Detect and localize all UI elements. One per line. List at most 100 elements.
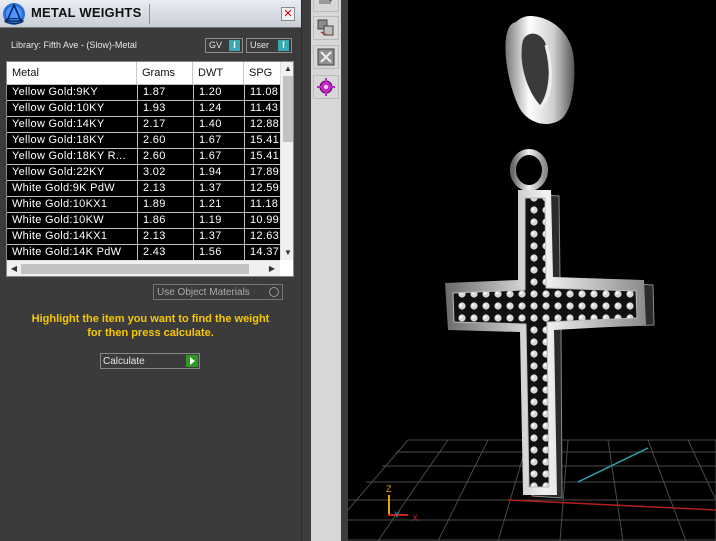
z-axis-label: Z (386, 484, 392, 494)
instruction-line-1: Highlight the item you want to find the … (31, 313, 270, 325)
table-row[interactable]: Yellow Gold:22KY 3.02 1.94 17.89 (7, 164, 280, 180)
gv-toggle-label: GV (209, 40, 223, 50)
cell-dwt: 1.37 (193, 181, 243, 196)
close-button[interactable]: ✕ (281, 7, 295, 21)
cell-grams: 2.13 (137, 229, 192, 244)
cell-dwt: 1.67 (193, 149, 243, 164)
table-body: Yellow Gold:9KY 1.87 1.20 11.08 Yellow Gold:… (7, 84, 280, 260)
cell-metal: Yellow Gold:18KY R... (12, 150, 126, 162)
cell-spg: 11.43 (244, 101, 280, 116)
table-row[interactable]: White Gold:10KX1 1.89 1.21 11.18 (7, 196, 280, 212)
cell-spg: 11.08 (244, 85, 280, 100)
gear-cluster-icon (317, 78, 335, 96)
table-row[interactable]: White Gold:10KW 1.86 1.19 10.99 (7, 212, 280, 228)
cell-grams: 3.02 (137, 165, 192, 180)
cell-dwt: 1.56 (193, 245, 243, 260)
calculate-button-label: Calculate (103, 356, 145, 367)
user-toggle[interactable]: User I (246, 38, 292, 53)
transform-icon (319, 0, 333, 4)
panel-title: METAL WEIGHTS (31, 5, 142, 20)
x-axis-line (507, 499, 716, 511)
layers-icon (317, 19, 334, 36)
cell-grams: 1.89 (137, 197, 192, 212)
table-row[interactable]: Yellow Gold:14KY 2.17 1.40 12.88 (7, 116, 280, 132)
cell-grams: 1.93 (137, 101, 192, 116)
title-separator (149, 4, 150, 24)
viewport-scene (348, 16, 716, 541)
cell-dwt: 1.20 (193, 85, 243, 100)
use-object-materials-radio[interactable] (269, 287, 279, 297)
scroll-down-icon[interactable]: ▼ (283, 248, 293, 258)
cell-spg: 12.59 (244, 181, 280, 196)
app-logo-icon (3, 3, 25, 25)
axis-gizmo: Z Y X (382, 484, 422, 524)
cell-grams: 2.43 (137, 245, 192, 260)
cell-grams: 2.13 (137, 181, 192, 196)
cell-dwt: 1.24 (193, 101, 243, 116)
column-header-spg[interactable]: SPG (244, 62, 284, 84)
instruction-line-2: for then press calculate. (87, 327, 214, 339)
horizontal-scroll-thumb[interactable] (21, 264, 249, 274)
cell-dwt: 1.94 (193, 165, 243, 180)
table-row[interactable]: Yellow Gold:18KY 2.60 1.67 15.41 (7, 132, 280, 148)
metal-weights-panel: METAL WEIGHTS ✕ Library: Fifth Ave - (Sl… (0, 0, 301, 541)
library-label: Library: Fifth Ave - (Slow)-Metal (11, 40, 137, 50)
cell-metal: White Gold:10KW (12, 214, 104, 226)
metal-table: Metal Grams DWT SPG Yellow Gold:9KY 1.87 1… (6, 61, 294, 277)
user-toggle-label: User (250, 40, 270, 50)
tool-button-plugin[interactable] (313, 75, 339, 99)
z-axis-stub (388, 495, 390, 515)
cell-spg: 17.89 (244, 165, 280, 180)
3d-viewport[interactable]: Z Y X (348, 0, 716, 541)
cell-metal: Yellow Gold:22KY (12, 166, 105, 178)
cell-spg: 15.41 (244, 149, 280, 164)
column-header-metal[interactable]: Metal (7, 62, 137, 84)
cell-dwt: 1.67 (193, 133, 243, 148)
table-row[interactable]: White Gold:9K PdW 2.13 1.37 12.59 (7, 180, 280, 196)
gv-toggle-indicator: I (229, 40, 240, 51)
table-row[interactable]: White Gold:14KX1 2.13 1.37 12.63 (7, 228, 280, 244)
table-row[interactable]: Yellow Gold:10KY 1.93 1.24 11.43 (7, 100, 280, 116)
gv-toggle[interactable]: GV I (205, 38, 243, 53)
use-object-materials-label: Use Object Materials (157, 287, 250, 298)
horizontal-scrollbar[interactable]: ◀ ▶ (7, 260, 280, 276)
cell-metal: White Gold:14K PdW (12, 246, 122, 258)
tool-button-transform[interactable] (313, 0, 339, 12)
vertical-scroll-thumb[interactable] (283, 76, 293, 142)
scroll-right-icon[interactable]: ▶ (267, 264, 277, 274)
cell-grams: 2.60 (137, 149, 192, 164)
cell-dwt: 1.37 (193, 229, 243, 244)
tool-button-layers[interactable] (313, 16, 339, 40)
toolbar-strip (311, 0, 341, 541)
pendant-bail (505, 16, 575, 125)
cell-metal: White Gold:10KX1 (12, 198, 108, 210)
cell-metal: White Gold:9K PdW (12, 182, 115, 194)
table-header: Metal Grams DWT SPG (7, 62, 280, 84)
table-row[interactable]: Yellow Gold:18KY R... 2.60 1.67 15.41 (7, 148, 280, 164)
use-object-materials-option[interactable]: Use Object Materials (153, 284, 283, 300)
vertical-scrollbar[interactable]: ▲ ▼ (280, 62, 293, 260)
x-axis-label: X (412, 513, 419, 523)
vertical-toolbar (301, 0, 348, 541)
table-row[interactable]: White Gold:14K PdW 2.43 1.56 14.37 (7, 244, 280, 260)
panel-titlebar: METAL WEIGHTS ✕ (0, 0, 301, 28)
cell-spg: 14.37 (244, 245, 280, 260)
calculate-button[interactable]: Calculate (100, 353, 200, 369)
tool-button-delete[interactable] (313, 45, 339, 69)
jump-ring (510, 149, 548, 191)
cell-grams: 2.60 (137, 133, 192, 148)
table-row[interactable]: Yellow Gold:9KY 1.87 1.20 11.08 (7, 84, 280, 100)
cell-dwt: 1.40 (193, 117, 243, 132)
cell-grams: 1.86 (137, 213, 192, 228)
column-header-dwt[interactable]: DWT (193, 62, 244, 84)
cell-dwt: 1.19 (193, 213, 243, 228)
scroll-left-icon[interactable]: ◀ (9, 264, 19, 274)
instruction-text: Highlight the item you want to find the … (0, 312, 301, 340)
column-header-grams[interactable]: Grams (137, 62, 193, 84)
cell-spg: 15.41 (244, 133, 280, 148)
y-axis-label: Y (394, 510, 401, 520)
cell-spg: 11.18 (244, 197, 280, 212)
cell-metal: Yellow Gold:14KY (12, 118, 105, 130)
scroll-up-icon[interactable]: ▲ (283, 64, 293, 74)
cell-metal: White Gold:14KX1 (12, 230, 108, 242)
